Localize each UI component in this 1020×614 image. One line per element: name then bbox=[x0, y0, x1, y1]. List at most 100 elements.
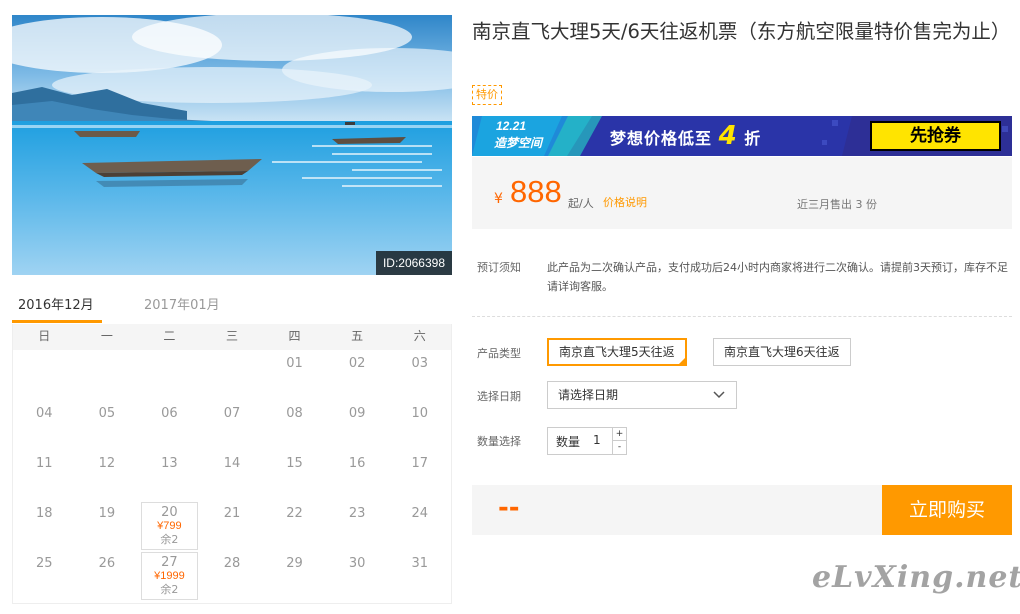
calendar-day: 31 bbox=[388, 552, 451, 602]
day-number: 17 bbox=[411, 456, 428, 471]
calendar-day: 17 bbox=[388, 452, 451, 502]
day-number: 07 bbox=[223, 406, 241, 421]
calendar-day bbox=[138, 352, 201, 402]
day-price: ¥1999 bbox=[154, 570, 185, 582]
price-unit: 起/人 bbox=[568, 197, 594, 210]
weekday-label: 二 bbox=[163, 329, 176, 343]
calendar-day: 01 bbox=[263, 352, 326, 402]
calendar-weekday-header: 日 一 二 三 四 五 六 bbox=[13, 324, 451, 350]
day-number bbox=[138, 352, 201, 356]
date-select-dropdown[interactable]: 请选择日期 bbox=[547, 381, 737, 409]
day-number: 23 bbox=[348, 506, 366, 521]
quantity-value[interactable]: 1 bbox=[593, 433, 601, 447]
day-number: 06 bbox=[161, 406, 178, 421]
calendar-day: 16 bbox=[326, 452, 389, 502]
promo-banner[interactable]: 12.21 造梦空间 梦想价格低至 4 折 先抢券 bbox=[472, 116, 1012, 156]
grab-coupon-button[interactable]: 先抢券 bbox=[870, 121, 1001, 151]
calendar-day: 08 bbox=[263, 402, 326, 452]
day-number: 29 bbox=[286, 556, 303, 571]
day-number: 24 bbox=[411, 506, 428, 521]
active-tab-underline bbox=[12, 320, 102, 323]
calendar-day: 26 bbox=[76, 552, 139, 602]
day-number: 12 bbox=[98, 456, 116, 471]
calendar-day: 09 bbox=[326, 402, 389, 452]
quantity-label: 数量 bbox=[556, 435, 581, 449]
calendar-day: 18 bbox=[13, 502, 76, 552]
calendar-day: 30 bbox=[326, 552, 389, 602]
sold-count: 近三月售出 3 份 bbox=[797, 198, 877, 211]
purchase-bar: -- 立即购买 bbox=[472, 485, 1012, 535]
weekday-label: 三 bbox=[225, 329, 238, 343]
buy-now-button[interactable]: 立即购买 bbox=[882, 485, 1012, 535]
booking-notice-text: 此产品为二次确认产品，支付成功后24小时内商家将进行二次确认。请提前3天预订，库… bbox=[547, 261, 1008, 293]
type-option-6-day[interactable]: 南京直飞大理6天往返 bbox=[713, 338, 851, 366]
product-type-label: 产品类型 bbox=[477, 347, 521, 360]
banner-date: 12.21 bbox=[496, 119, 527, 133]
day-number: 22 bbox=[286, 506, 303, 521]
type-option-5-day[interactable]: 南京直飞大理5天往返 bbox=[547, 338, 687, 366]
calendar-day: 23 bbox=[326, 502, 389, 552]
quantity-decrease-button[interactable]: - bbox=[612, 441, 626, 454]
day-number: 01 bbox=[286, 356, 303, 371]
calendar-day: 29 bbox=[263, 552, 326, 602]
day-stock: 余2 bbox=[160, 533, 179, 546]
day-number: 26 bbox=[98, 556, 116, 571]
day-number: 09 bbox=[348, 406, 366, 421]
tab-month-jan-2017[interactable]: 2017年01月 bbox=[144, 294, 220, 313]
price-value: 888 bbox=[510, 174, 562, 209]
banner-discount-number: 4 bbox=[718, 121, 738, 151]
quantity-increase-button[interactable]: + bbox=[612, 428, 626, 441]
calendar-day bbox=[13, 352, 76, 402]
calendar-day-available[interactable]: 20 ¥799 余2 bbox=[141, 502, 198, 550]
day-number bbox=[13, 352, 76, 356]
calendar-day: 02 bbox=[326, 352, 389, 402]
date-select-value: 请选择日期 bbox=[558, 388, 619, 402]
divider bbox=[472, 316, 1012, 317]
price-explanation-link[interactable]: 价格说明 bbox=[603, 194, 647, 210]
calendar-day: 15 bbox=[263, 452, 326, 502]
day-number: 20 bbox=[161, 505, 178, 520]
site-watermark: eLvXing.net bbox=[812, 560, 1020, 595]
day-number: 14 bbox=[223, 456, 241, 471]
day-number bbox=[201, 352, 264, 356]
calendar-day: 22 bbox=[263, 502, 326, 552]
weekday-label: 日 bbox=[38, 329, 51, 343]
day-number: 02 bbox=[348, 356, 366, 371]
day-number: 27 bbox=[161, 555, 178, 570]
banner-subtitle: 造梦空间 bbox=[494, 136, 543, 150]
quantity-row-label: 数量选择 bbox=[477, 435, 521, 448]
day-number: 28 bbox=[223, 556, 241, 571]
day-stock: 余2 bbox=[160, 583, 179, 596]
banner-slogan-suffix: 折 bbox=[744, 129, 762, 148]
calendar-day: 05 bbox=[76, 402, 139, 452]
calendar-day: 25 bbox=[13, 552, 76, 602]
lake-scene-image bbox=[12, 15, 452, 275]
day-number: 31 bbox=[411, 556, 428, 571]
calendar-day-available[interactable]: 27 ¥1999 余2 bbox=[141, 552, 198, 600]
month-tabs: 2016年12月 2017年01月 bbox=[12, 288, 452, 324]
date-select-label: 选择日期 bbox=[477, 390, 521, 403]
day-price: ¥799 bbox=[157, 520, 182, 532]
calendar-day: 14 bbox=[201, 452, 264, 502]
chevron-down-icon bbox=[713, 391, 725, 399]
calendar-day: 13 bbox=[138, 452, 201, 502]
calendar-day: 28 bbox=[201, 552, 264, 602]
weekday-label: 四 bbox=[288, 329, 301, 343]
day-number: 08 bbox=[286, 406, 303, 421]
calendar-day: 19 bbox=[76, 502, 139, 552]
weekday-label: 五 bbox=[351, 329, 364, 343]
date-calendar: 日 一 二 三 四 五 六 01 02 03 04 05 06 07 08 09 10 11 12 13… bbox=[12, 324, 452, 604]
day-number: 04 bbox=[36, 406, 53, 421]
price-currency: ¥ bbox=[494, 191, 503, 207]
quantity-stepper: 数量 1 + - bbox=[547, 427, 627, 455]
weekday-label: 六 bbox=[413, 329, 426, 343]
calendar-day: 11 bbox=[13, 452, 76, 502]
product-title: 南京直飞大理5天/6天往返机票（东方航空限量特价售完为止） bbox=[472, 20, 1011, 43]
calendar-day: 04 bbox=[13, 402, 76, 452]
tab-month-dec-2016[interactable]: 2016年12月 bbox=[18, 294, 94, 313]
banner-slogan-text: 梦想价格低至 bbox=[610, 129, 713, 148]
calendar-day: 24 bbox=[388, 502, 451, 552]
booking-notice-label: 预订须知 bbox=[477, 261, 521, 274]
calendar-day: 06 bbox=[138, 402, 201, 452]
calendar-day: 07 bbox=[201, 402, 264, 452]
